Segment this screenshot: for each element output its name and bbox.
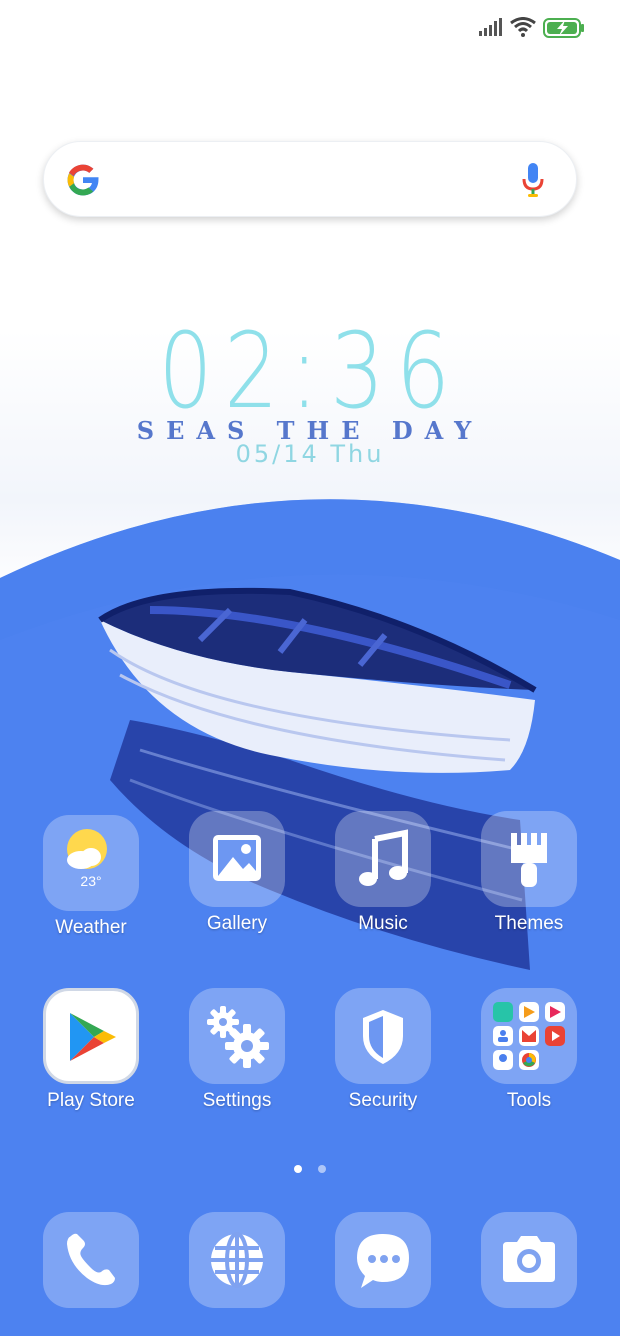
- weather-temperature: 23°: [80, 873, 102, 889]
- phone-icon: [43, 1212, 139, 1308]
- app-label: Weather: [55, 917, 127, 938]
- app-themes[interactable]: Themes: [454, 811, 604, 935]
- app-security[interactable]: Security: [308, 988, 458, 1112]
- dock-camera[interactable]: [454, 1212, 604, 1308]
- google-search-bar[interactable]: [43, 141, 577, 217]
- clock-date[interactable]: 05/14 Thu: [0, 440, 620, 468]
- app-label: Themes: [494, 913, 564, 934]
- page-indicator[interactable]: [294, 1160, 338, 1178]
- camera-icon: [481, 1212, 577, 1308]
- status-bar: [0, 0, 620, 56]
- app-label: Settings: [202, 1090, 272, 1111]
- play-store-icon: [43, 988, 139, 1084]
- messages-icon: [335, 1212, 431, 1308]
- app-label: Play Store: [47, 1090, 135, 1111]
- app-settings[interactable]: Settings: [162, 988, 312, 1112]
- gears-icon: [189, 988, 285, 1084]
- clock-time[interactable]: 02:36: [56, 316, 564, 426]
- app-gallery[interactable]: Gallery: [162, 811, 312, 935]
- wifi-icon: [510, 17, 536, 37]
- microphone-icon[interactable]: [520, 161, 546, 199]
- globe-icon: [189, 1212, 285, 1308]
- app-label: Tools: [506, 1090, 552, 1111]
- app-label: Security: [348, 1090, 418, 1111]
- google-g-icon: [67, 164, 99, 196]
- dock-phone[interactable]: [16, 1212, 166, 1308]
- weather-icon: 23°: [43, 815, 139, 911]
- cellular-signal-icon: [479, 18, 502, 36]
- app-play-store[interactable]: Play Store: [16, 988, 166, 1112]
- music-note-icon: [335, 811, 431, 907]
- app-label: Music: [358, 913, 408, 934]
- app-label: Gallery: [206, 913, 268, 934]
- page-dot-active[interactable]: [294, 1165, 302, 1173]
- battery-charging-icon: [543, 18, 584, 38]
- app-music[interactable]: Music: [308, 811, 458, 935]
- shield-icon: [335, 988, 431, 1084]
- dock-messages[interactable]: [308, 1212, 458, 1308]
- paintbrush-icon: [481, 811, 577, 907]
- app-tools-folder[interactable]: Tools: [454, 988, 604, 1112]
- app-weather[interactable]: 23° Weather: [16, 815, 166, 939]
- gallery-icon: [189, 811, 285, 907]
- folder-icon: [481, 988, 577, 1084]
- dock-browser[interactable]: [162, 1212, 312, 1308]
- page-dot[interactable]: [318, 1165, 327, 1173]
